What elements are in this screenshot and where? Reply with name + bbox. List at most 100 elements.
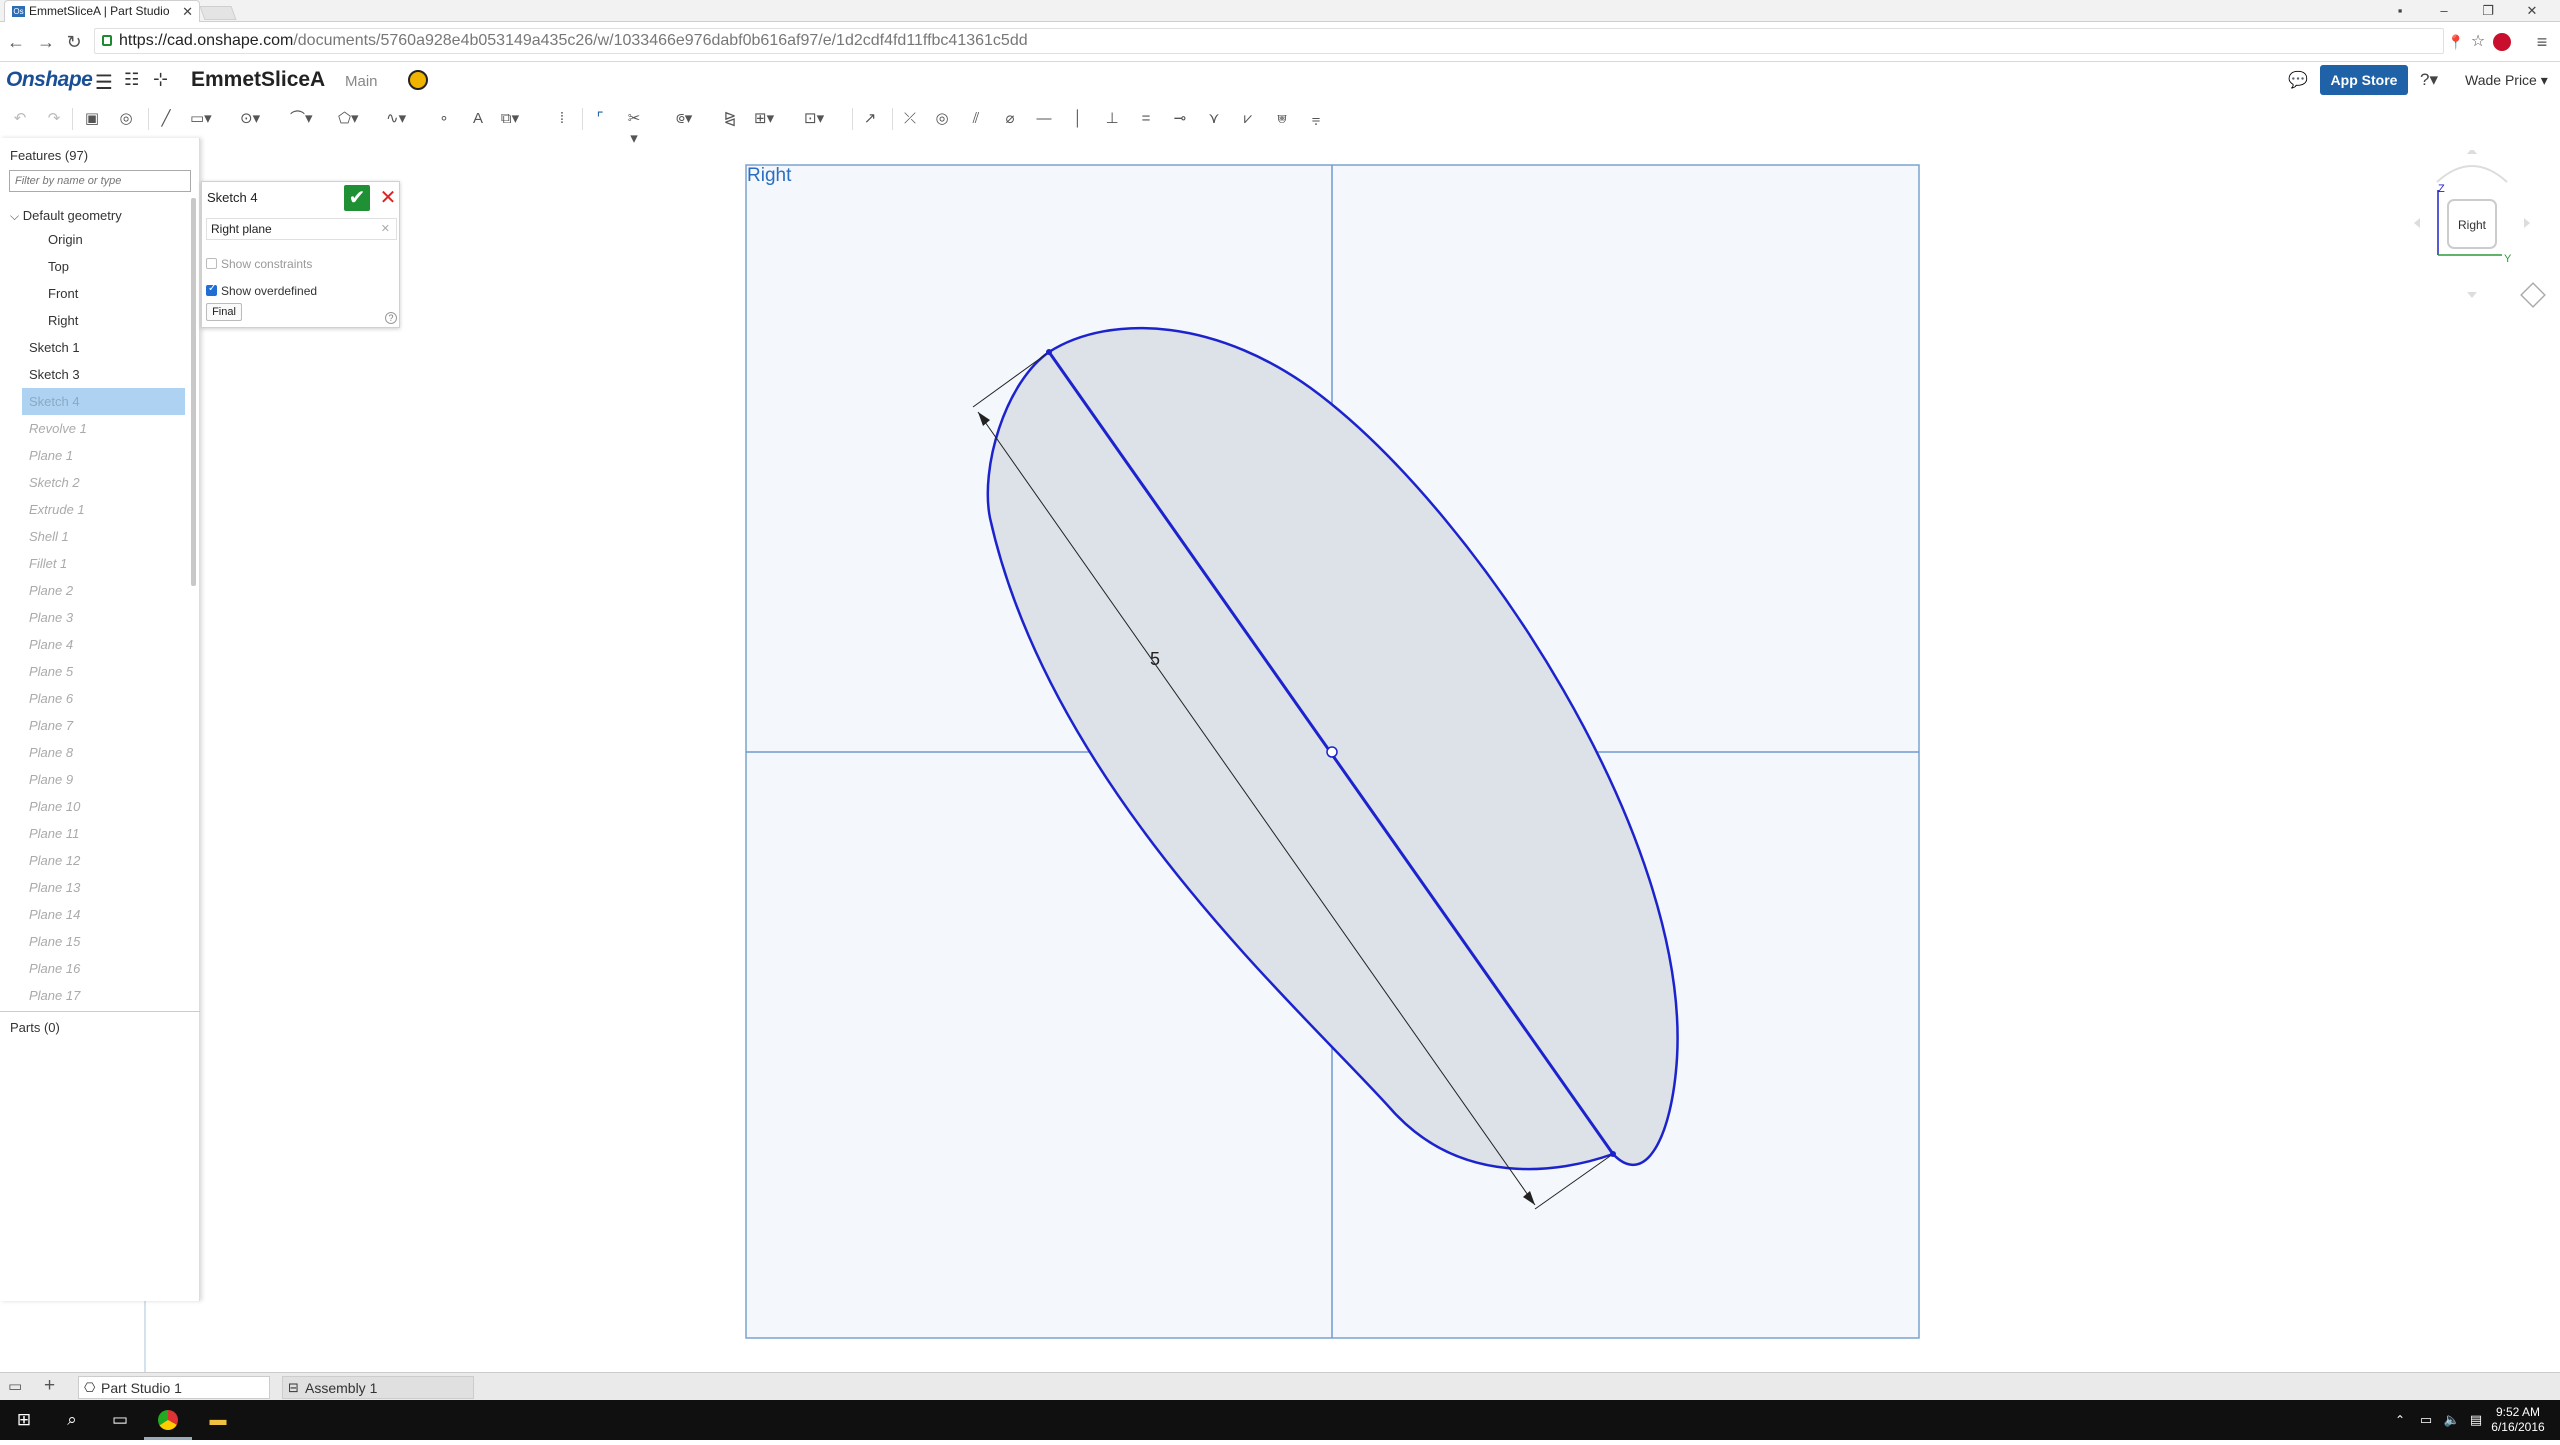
spline-tool-icon[interactable]: ∿▾ (386, 109, 406, 129)
parts-list-title[interactable]: Parts (0) (10, 1020, 60, 1035)
tree-item-extrude-1[interactable]: Extrude 1 (0, 496, 190, 523)
help-menu-icon[interactable]: ?▾ (2420, 70, 2438, 90)
file-explorer-icon[interactable]: ▬ (194, 1400, 242, 1440)
fix-constraint-icon[interactable]: ⩦ (1306, 109, 1326, 129)
back-icon[interactable]: ← (4, 30, 28, 54)
tab-part-studio-1[interactable]: ⎔ Part Studio 1 (78, 1376, 270, 1399)
taskbar-clock[interactable]: 9:52 AM 6/16/2016 (2480, 1405, 2556, 1435)
redo-icon[interactable]: ↷ (44, 109, 64, 129)
workspace-status-icon[interactable] (408, 70, 428, 90)
tree-item-origin[interactable]: Origin (0, 226, 190, 253)
polygon-tool-icon[interactable]: ⬠▾ (338, 109, 359, 129)
tree-item-plane-15[interactable]: Plane 15 (0, 928, 190, 955)
bookmark-star-icon[interactable]: ☆ (2466, 30, 2490, 54)
tree-item-plane-16[interactable]: Plane 16 (0, 955, 190, 982)
tree-item-plane-10[interactable]: Plane 10 (0, 793, 190, 820)
dimension-value[interactable]: 5 (1150, 649, 1160, 669)
midpoint-constraint-icon[interactable]: ⊸ (1170, 109, 1190, 129)
reload-icon[interactable]: ↻ (62, 30, 86, 54)
trim-tool-icon[interactable]: ✂▾ (624, 109, 644, 147)
sketch-plane-field[interactable]: Right plane ✕ (206, 218, 397, 240)
browser-menu-icon[interactable]: ≡ (2530, 30, 2554, 54)
tree-item-plane-7[interactable]: Plane 7 (0, 712, 190, 739)
mirror-tool-icon[interactable]: ⧎ (720, 109, 740, 129)
windows-start-icon[interactable]: ⊞ (0, 1400, 48, 1440)
document-title[interactable]: EmmetSliceA (191, 68, 325, 92)
tree-item-plane-14[interactable]: Plane 14 (0, 901, 190, 928)
insert-tool-icon[interactable]: ⊡▾ (804, 109, 824, 129)
close-window-button[interactable]: ✕ (2510, 0, 2554, 22)
tree-item-sketch-1[interactable]: Sketch 1 (0, 334, 190, 361)
comments-icon[interactable]: 💬 (2288, 70, 2308, 90)
sketch-dialog-title[interactable]: Sketch 4 (207, 190, 258, 205)
arc-tool-icon[interactable]: ⌒▾ (290, 109, 313, 129)
tree-item-top[interactable]: Top (0, 253, 190, 280)
help-icon[interactable]: ? (385, 312, 397, 324)
reset-icon[interactable]: ◎ (116, 109, 136, 129)
chrome-taskbar-icon[interactable] (144, 1400, 192, 1440)
hamburger-menu-icon[interactable]: ☰ (95, 70, 113, 95)
url-input[interactable]: https://cad.onshape.com/documents/5760a9… (94, 28, 2444, 54)
add-tab-icon[interactable]: + (44, 1375, 55, 1397)
pierce-constraint-icon[interactable]: ⩗ (1238, 109, 1258, 129)
tree-item-plane-13[interactable]: Plane 13 (0, 874, 190, 901)
tree-item-plane-2[interactable]: Plane 2 (0, 577, 190, 604)
location-pin-icon[interactable]: 📍 (2444, 30, 2468, 54)
construction-icon[interactable]: ⁞ (552, 109, 572, 129)
pattern-tool-icon[interactable]: ⊞▾ (754, 109, 774, 129)
text-tool-icon[interactable]: A (468, 109, 488, 129)
symmetric-constraint-icon[interactable]: ⩐ (1272, 109, 1292, 129)
view-cube[interactable]: Right Z Y (2412, 150, 2532, 300)
tree-item-revolve-1[interactable]: Revolve 1 (0, 415, 190, 442)
tree-item-plane-4[interactable]: Plane 4 (0, 631, 190, 658)
accept-checkmark-button[interactable]: ✔ (344, 185, 370, 211)
tree-item-plane-1[interactable]: Plane 1 (0, 442, 190, 469)
tree-item-fillet-1[interactable]: Fillet 1 (0, 550, 190, 577)
tree-item-plane-9[interactable]: Plane 9 (0, 766, 190, 793)
search-icon[interactable]: ⌕ (48, 1400, 96, 1440)
tangent-constraint-icon[interactable]: ⌀ (1000, 109, 1020, 129)
fillet-tool-icon[interactable]: ⌜ (590, 109, 610, 129)
clear-plane-icon[interactable]: ✕ (381, 219, 390, 239)
rectangle-tool-icon[interactable]: ▭▾ (190, 109, 212, 129)
equal-constraint-icon[interactable]: = (1136, 109, 1156, 129)
minimize-window-button[interactable]: – (2422, 0, 2466, 22)
feature-filter-input[interactable] (9, 170, 191, 192)
branch-label[interactable]: Main (345, 73, 378, 90)
tree-item-shell-1[interactable]: Shell 1 (0, 523, 190, 550)
undo-icon[interactable]: ↶ (10, 109, 30, 129)
tree-item-sketch-2[interactable]: Sketch 2 (0, 469, 190, 496)
new-tab-button[interactable] (199, 6, 237, 20)
onshape-logo[interactable]: Onshape (6, 68, 93, 92)
tree-item-front[interactable]: Front (0, 280, 190, 307)
vertical-constraint-icon[interactable]: │ (1068, 109, 1088, 129)
adblock-icon[interactable] (2490, 30, 2514, 54)
dimension-tool-icon[interactable]: ↗ (860, 109, 880, 129)
user-menu[interactable]: Wade Price ▾ (2465, 72, 2548, 89)
tree-item-sketch-4[interactable]: Sketch 4 (22, 388, 185, 415)
maximize-window-button[interactable]: ❐ (2466, 0, 2510, 22)
tree-item-right[interactable]: Right (0, 307, 190, 334)
browser-tab[interactable]: Os EmmetSliceA | Part Studio ✕ (4, 0, 200, 22)
tree-item-plane-8[interactable]: Plane 8 (0, 739, 190, 766)
show-overdefined-checkbox[interactable]: ✓ (206, 283, 217, 296)
tree-item-plane-3[interactable]: Plane 3 (0, 604, 190, 631)
tree-item-plane-17[interactable]: Plane 17 (0, 982, 190, 1009)
use-tool-icon[interactable]: ⧉▾ (500, 109, 520, 129)
final-button[interactable]: Final (206, 303, 242, 321)
app-store-button[interactable]: App Store (2320, 65, 2408, 95)
tree-item-plane-11[interactable]: Plane 11 (0, 820, 190, 847)
line-tool-icon[interactable]: ╱ (156, 109, 176, 129)
perpendicular-constraint-icon[interactable]: ⊥ (1102, 109, 1122, 129)
user-profile-icon[interactable]: ▪ (2378, 0, 2422, 22)
parallel-constraint-icon[interactable]: ⫽ (966, 109, 986, 129)
point-tool-icon[interactable]: ∘ (434, 109, 454, 129)
cancel-x-button[interactable]: ✕ (376, 185, 400, 211)
tree-item-plane-6[interactable]: Plane 6 (0, 685, 190, 712)
normal-constraint-icon[interactable]: ⋎ (1204, 109, 1224, 129)
insert-feature-icon[interactable]: ⊹ (153, 69, 168, 90)
feature-tree-scrollbar[interactable] (191, 198, 196, 586)
show-constraints-checkbox[interactable] (206, 258, 217, 269)
task-view-icon[interactable]: ▭ (96, 1400, 144, 1440)
forward-icon[interactable]: → (34, 30, 58, 54)
